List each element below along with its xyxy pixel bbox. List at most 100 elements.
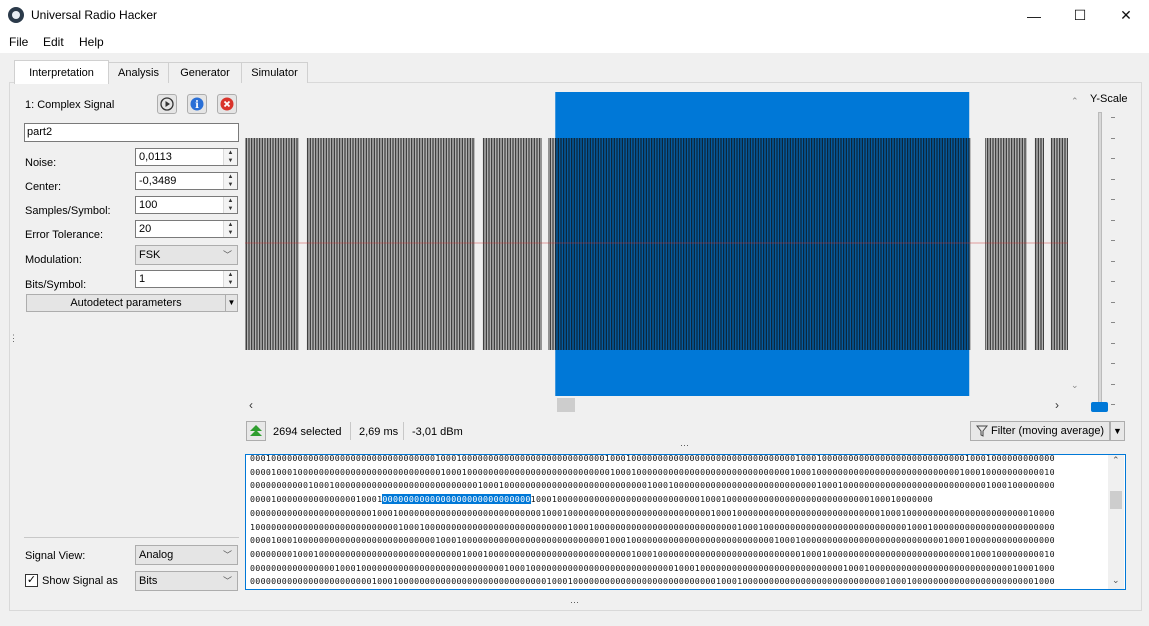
y-scale-tick — [1111, 281, 1115, 282]
y-scale-slider-track[interactable] — [1098, 112, 1102, 404]
signal-name-input[interactable]: part2 — [24, 123, 239, 142]
scroll-down-icon[interactable]: ⌄ — [1071, 380, 1079, 391]
splitter-handle-icon[interactable]: ⋮ — [9, 333, 18, 344]
scroll-up-icon[interactable]: ⌃ — [1071, 96, 1079, 107]
menu-file[interactable]: File — [9, 35, 28, 49]
show-signal-as-value: Bits — [139, 575, 158, 587]
info-button[interactable]: i — [187, 94, 207, 114]
modulation-select[interactable]: FSK ﹀ — [135, 245, 238, 265]
signal-view-select[interactable]: Analog ﹀ — [135, 545, 238, 565]
modulation-value: FSK — [139, 249, 161, 261]
svg-text:i: i — [195, 100, 199, 111]
scroll-down-icon[interactable]: ⌄ — [1112, 575, 1120, 586]
y-scale-tick — [1111, 158, 1115, 159]
signal-view-label: Signal View: — [25, 550, 86, 562]
bits-line: 0001000000000000000000000000000000010001… — [250, 454, 1055, 463]
close-signal-button[interactable] — [217, 94, 237, 114]
y-scale-label: Y-Scale — [1090, 93, 1128, 105]
separator — [403, 422, 404, 440]
vertical-scrollbar[interactable]: ⌃ ⌄ — [1108, 455, 1124, 589]
signal-header: 1: Complex Signal — [25, 99, 115, 111]
splitter-handle-icon[interactable]: ⋯ — [570, 597, 579, 608]
y-scale-tick — [1111, 260, 1115, 262]
selection-duration: 2,69 ms — [359, 426, 399, 438]
tab-analysis[interactable]: Analysis — [108, 62, 169, 83]
bits-line: 1000000000000000000000000000100010000000… — [250, 521, 1055, 532]
window-title: Universal Radio Hacker — [31, 8, 158, 22]
noise-value: 0,0113 — [139, 151, 172, 163]
bits-text: 0000100000000000000010001 — [250, 494, 383, 505]
scroll-right-icon[interactable]: › — [1055, 398, 1059, 412]
bits-line: 0000100010000000000000000000000000010001… — [250, 535, 1055, 546]
center-value: -0,3489 — [139, 175, 177, 187]
signal-plot[interactable] — [245, 92, 1068, 396]
y-scale-tick — [1111, 117, 1115, 118]
menu-help[interactable]: Help — [79, 35, 104, 49]
y-scale-tick — [1111, 199, 1115, 200]
close-window-button[interactable]: ✕ — [1103, 0, 1149, 31]
bits-symbol-value: 1 — [139, 273, 146, 285]
chevron-down-icon: ﹀ — [222, 250, 232, 260]
bits-line: 0000000000010001000000000000000000000000… — [250, 480, 1055, 491]
tab-generator[interactable]: Generator — [168, 62, 242, 83]
y-scale-tick — [1111, 363, 1115, 364]
selected-count: 2694 selected — [273, 426, 342, 438]
autodetect-menu-arrow[interactable]: ▼ — [225, 294, 238, 312]
tab-simulator[interactable]: Simulator — [241, 62, 308, 83]
divider — [24, 537, 239, 538]
bits-line: 0000000000000000100010000000000000000000… — [250, 562, 1055, 573]
error-tolerance-spinbox[interactable]: 20 ▲ ▼ — [135, 220, 238, 238]
y-scale-tick — [1111, 240, 1115, 241]
center-spinbox[interactable]: -0,3489 ▲ ▼ — [135, 172, 238, 190]
play-icon — [160, 97, 174, 111]
filter-menu-arrow[interactable]: ▼ — [1110, 421, 1125, 441]
scroll-up-icon[interactable]: ⌃ — [1112, 455, 1120, 466]
samples-symbol-label: Samples/Symbol: — [25, 205, 111, 217]
y-scale-tick — [1111, 301, 1115, 303]
y-scale-tick — [1111, 342, 1115, 344]
scrollbar-thumb[interactable] — [557, 398, 575, 412]
filter-label: Filter (moving average) — [991, 425, 1105, 437]
close-red-icon — [220, 97, 234, 111]
samples-symbol-spinbox[interactable]: 100 ▲ ▼ — [135, 196, 238, 214]
waveform — [245, 138, 1068, 350]
zoom-to-selection-button[interactable] — [246, 421, 266, 441]
y-scale-tick — [1111, 404, 1115, 405]
y-scale-slider-handle[interactable] — [1091, 402, 1108, 412]
y-scale-tick — [1111, 383, 1115, 385]
modulation-label: Modulation: — [25, 254, 82, 266]
info-icon: i — [190, 97, 204, 111]
error-tolerance-label: Error Tolerance: — [25, 229, 104, 241]
bits-symbol-spinbox[interactable]: 1 ▲ ▼ — [135, 270, 238, 288]
horizontal-scrollbar[interactable]: ‹ › — [245, 397, 1068, 414]
menu-edit[interactable]: Edit — [43, 35, 64, 49]
scrollbar-thumb[interactable] — [1110, 491, 1122, 509]
chevron-down-icon: ﹀ — [222, 550, 232, 560]
spin-arrows-icon[interactable]: ▲ ▼ — [223, 173, 237, 189]
separator — [350, 422, 351, 440]
spin-arrows-icon[interactable]: ▲ ▼ — [223, 149, 237, 165]
bits-selection[interactable]: 0000000000000000000000000000 — [382, 494, 531, 505]
spin-arrows-icon[interactable]: ▲ ▼ — [223, 271, 237, 287]
noise-label: Noise: — [25, 157, 57, 169]
error-tolerance-value: 20 — [139, 223, 152, 235]
y-scale-tick — [1111, 178, 1115, 180]
scroll-left-icon[interactable]: ‹ — [249, 398, 253, 412]
spin-arrows-icon[interactable]: ▲ ▼ — [223, 197, 237, 213]
play-button[interactable] — [157, 94, 177, 114]
menu-bar — [0, 31, 1149, 53]
filter-button[interactable]: Filter (moving average) — [970, 421, 1110, 441]
autodetect-button[interactable]: Autodetect parameters — [26, 294, 226, 312]
minimize-button[interactable]: — — [1011, 0, 1057, 31]
center-label: Center: — [25, 181, 62, 193]
show-signal-as-select[interactable]: Bits ﹀ — [135, 571, 238, 591]
maximize-button[interactable]: ☐ — [1057, 0, 1103, 31]
filter-funnel-icon — [976, 425, 988, 437]
tab-interpretation[interactable]: Interpretation — [14, 60, 109, 84]
noise-spinbox[interactable]: 0,0113 ▲ ▼ — [135, 148, 238, 166]
bits-text-view[interactable]: 0001000000000000000000000000000000010001… — [245, 454, 1126, 590]
spin-arrows-icon[interactable]: ▲ ▼ — [223, 221, 237, 237]
show-signal-as-checkbox[interactable]: ✓ — [25, 574, 38, 587]
bits-line: 0000000000000000000000010001000000000000… — [250, 576, 1055, 587]
splitter-handle-icon[interactable]: ⋯ — [680, 440, 689, 451]
